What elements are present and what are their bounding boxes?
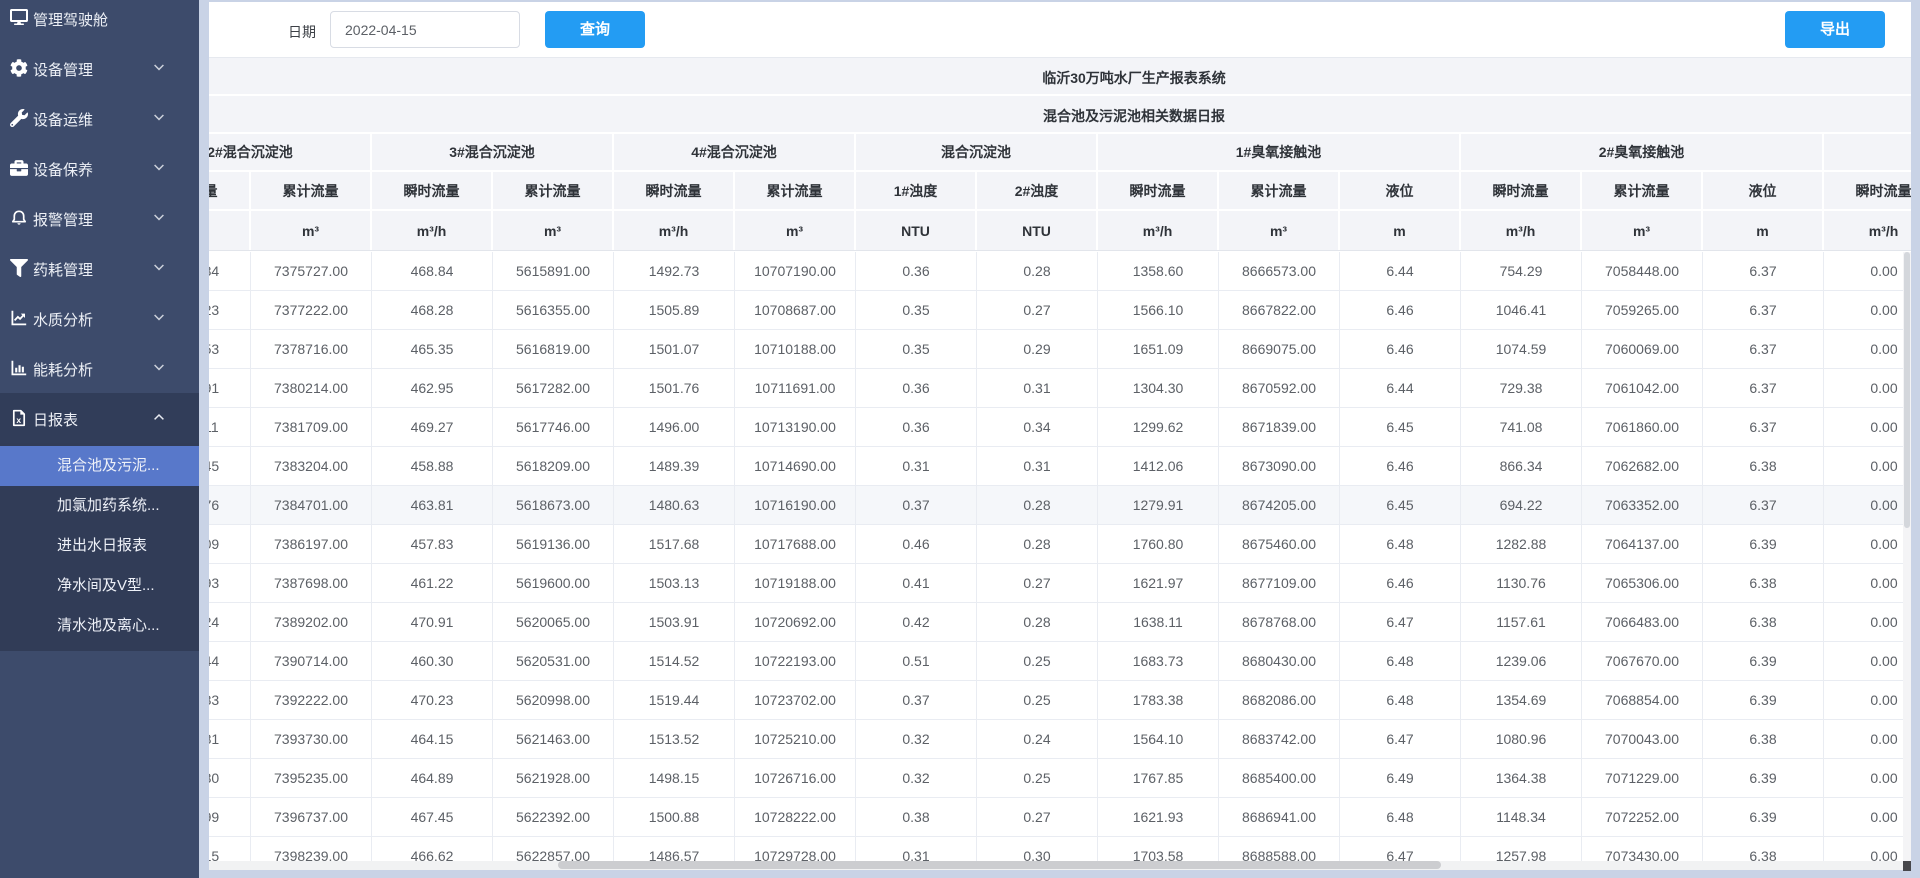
- svg-text:x: x: [16, 415, 21, 425]
